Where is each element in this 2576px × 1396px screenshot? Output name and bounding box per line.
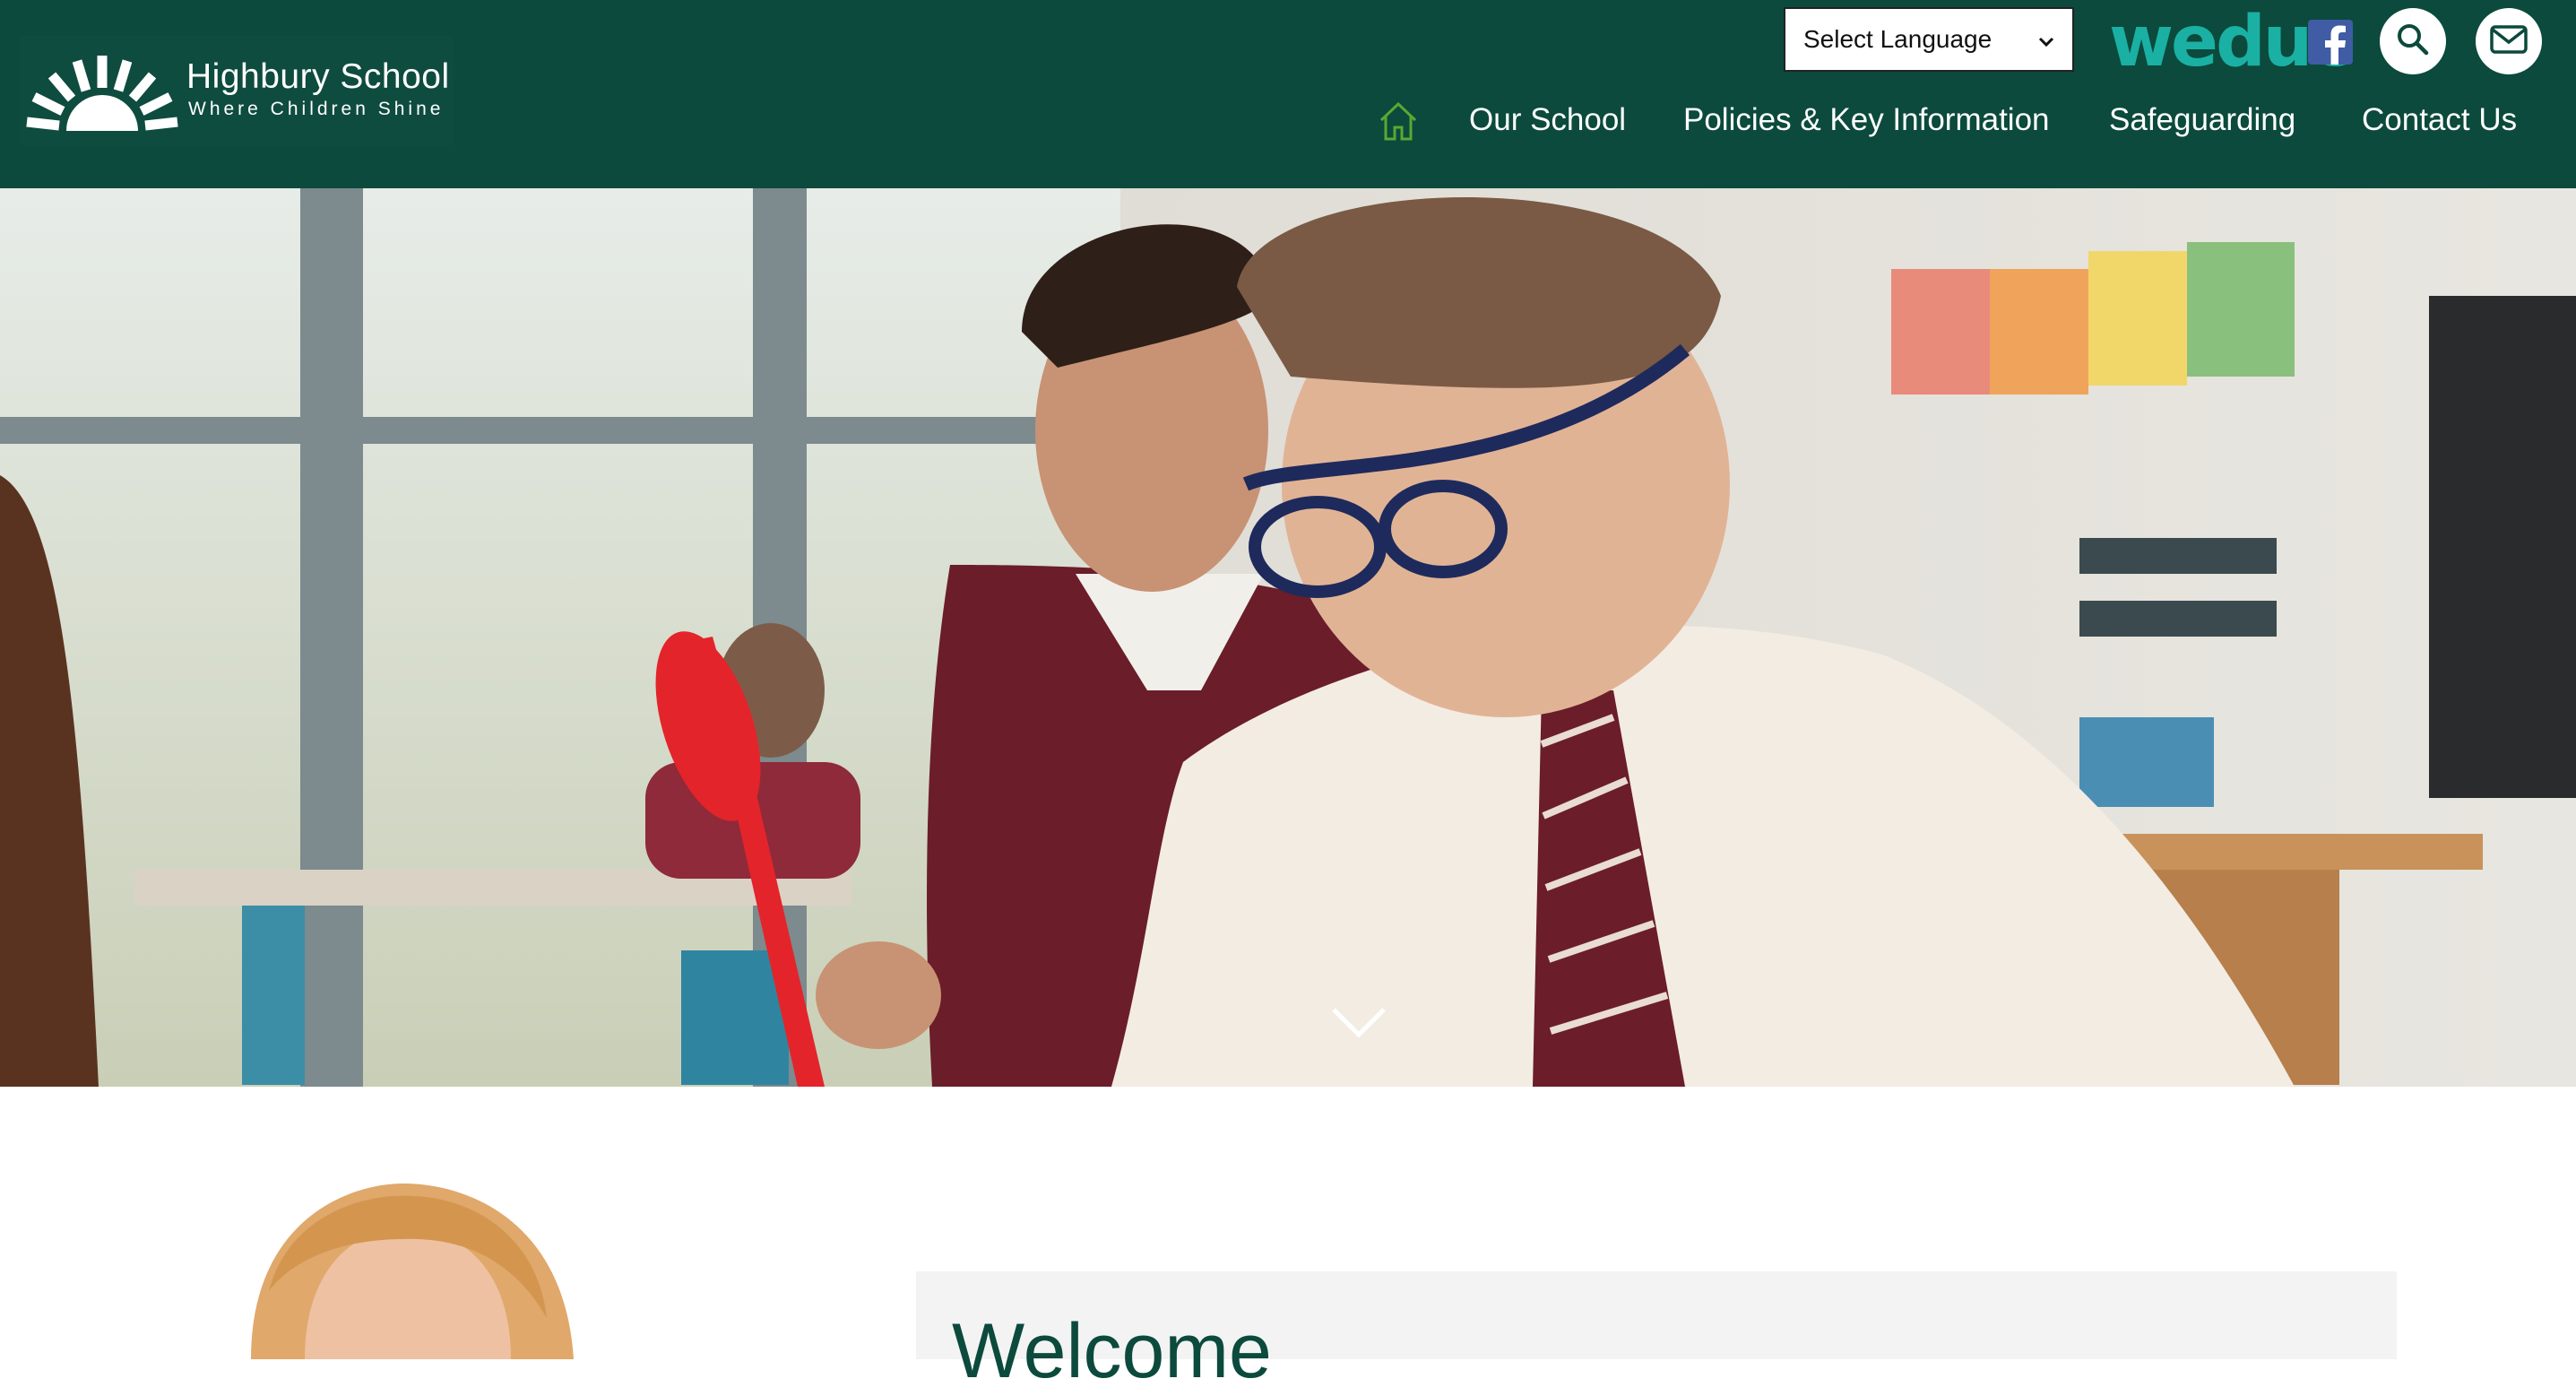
nav-policies-key-information[interactable]: Policies & Key Information xyxy=(1683,102,2050,138)
chevron-down-icon xyxy=(1330,1008,1387,1044)
search-icon xyxy=(2395,22,2431,62)
headteacher-photo xyxy=(170,1184,636,1364)
hero-image xyxy=(0,188,2576,1087)
home-icon xyxy=(1378,101,1419,145)
mail-button[interactable] xyxy=(2476,8,2542,74)
school-name: Highbury School xyxy=(186,57,450,96)
nav-contact-us[interactable]: Contact Us xyxy=(2362,102,2517,138)
site-header: Highbury School Where Children Shine Sel… xyxy=(0,0,2576,188)
scroll-down-button[interactable] xyxy=(1330,1004,1387,1045)
language-select-value: Select Language xyxy=(1803,25,1993,53)
language-select[interactable]: Select Language xyxy=(1784,7,2074,72)
nav-safeguarding[interactable]: Safeguarding xyxy=(2109,102,2295,138)
search-button[interactable] xyxy=(2380,8,2446,74)
school-tagline: Where Children Shine xyxy=(188,99,445,119)
mail-icon xyxy=(2490,24,2528,58)
sunrise-logo-icon xyxy=(26,56,178,131)
nav-home-link[interactable] xyxy=(1378,100,1419,146)
facebook-icon[interactable] xyxy=(2308,20,2353,65)
chevron-down-icon xyxy=(2038,25,2054,54)
nav-our-school[interactable]: Our School xyxy=(1469,102,1626,138)
school-logo[interactable]: Highbury School Where Children Shine xyxy=(20,36,454,145)
welcome-heading: Welcome xyxy=(952,1308,1272,1394)
